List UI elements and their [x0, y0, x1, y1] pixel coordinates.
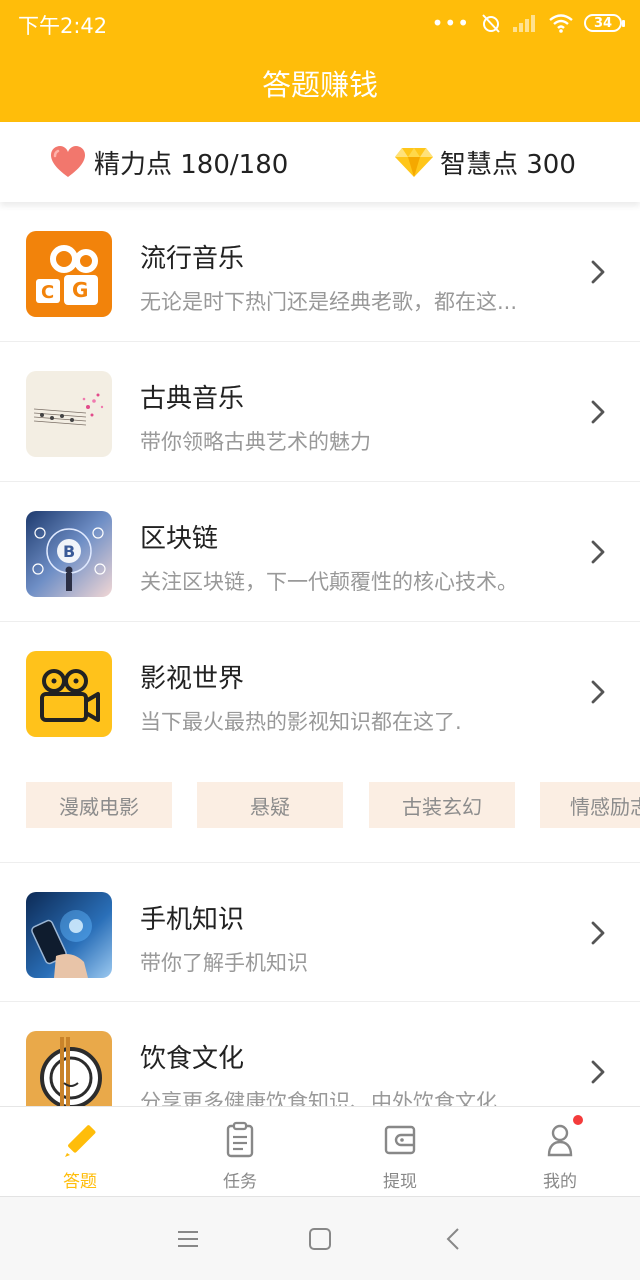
signal-icon: [513, 15, 535, 32]
category-film-world[interactable]: 影视世界 当下最火最热的影视知识都在这了.: [0, 622, 640, 762]
tab-label: 提现: [383, 1172, 417, 1192]
category-pop-music[interactable]: C G 流行音乐 无论是时下热门还是经典老歌，都在这...: [0, 202, 640, 342]
category-desc: 带你了解手机知识: [140, 951, 308, 975]
system-nav-bar: [0, 1196, 640, 1280]
tab-tasks[interactable]: 任务: [160, 1107, 320, 1197]
alarm-off-icon: [482, 14, 500, 33]
tab-label: 任务: [223, 1172, 257, 1192]
diamond-icon: [394, 142, 434, 182]
clipboard-icon: [226, 1121, 254, 1158]
category-name: 饮食文化: [140, 1044, 245, 1074]
tab-label: 答题: [63, 1172, 97, 1192]
bottom-tab-bar: 答题 任务 提现 我的: [0, 1106, 640, 1196]
tab-withdraw[interactable]: 提现: [320, 1107, 480, 1197]
more-notifications-icon: •••: [431, 11, 470, 35]
svg-text:G: G: [72, 278, 88, 302]
film-tags: 漫威电影 悬疑 古装玄幻 情感励志: [0, 762, 640, 862]
app-screen: 下午2:42 ••• 34 答题赚钱 精力点 180/180 智慧点 300 C…: [0, 0, 640, 1280]
energy-points: 精力点 180/180: [48, 122, 288, 202]
phone-knowledge-thumbnail: [26, 892, 112, 978]
tag-chip[interactable]: 情感励志: [540, 782, 640, 828]
notification-dot: [573, 1115, 583, 1125]
category-desc: 带你领略古典艺术的魅力: [140, 430, 371, 454]
menu-icon[interactable]: [172, 1223, 204, 1255]
category-name: 手机知识: [140, 905, 245, 935]
chevron-right-icon: [591, 260, 605, 284]
category-desc: 无论是时下热门还是经典老歌，都在这...: [140, 290, 518, 314]
person-icon: [547, 1124, 573, 1157]
page-title: 答题赚钱: [261, 68, 378, 102]
tab-label: 我的: [543, 1172, 577, 1192]
category-phone-knowledge[interactable]: 手机知识 带你了解手机知识: [0, 862, 640, 1002]
energy-label: 精力点 180/180: [94, 149, 289, 180]
status-bar: 下午2:42 ••• 34: [0, 0, 640, 46]
svg-text:B: B: [63, 542, 75, 561]
points-bar: 精力点 180/180 智慧点 300: [0, 122, 640, 202]
home-icon[interactable]: [304, 1223, 336, 1255]
category-blockchain[interactable]: B 区块链 关注区块链，下一代颠覆性的核心技术。: [0, 482, 640, 622]
chevron-right-icon: [591, 400, 605, 424]
battery-icon: 34: [584, 14, 625, 32]
wisdom-label: 智慧点 300: [440, 149, 576, 180]
status-icons: ••• 34: [431, 10, 625, 36]
status-time: 下午2:42: [18, 14, 108, 38]
heart-icon: [48, 142, 88, 182]
chevron-right-icon: [591, 921, 605, 945]
wifi-icon: [549, 14, 573, 33]
wisdom-points: 智慧点 300: [394, 122, 576, 202]
category-list: C G 流行音乐 无论是时下热门还是经典老歌，都在这... 古典音乐 带你领略古…: [0, 202, 640, 1142]
chevron-right-icon: [591, 540, 605, 564]
chevron-right-icon: [591, 1060, 605, 1084]
food-culture-thumbnail: [26, 1031, 112, 1117]
category-classical-music[interactable]: 古典音乐 带你领略古典艺术的魅力: [0, 342, 640, 482]
blockchain-thumbnail: B: [26, 511, 112, 597]
category-desc: 关注区块链，下一代颠覆性的核心技术。: [140, 570, 518, 594]
person-icon-wrap: [541, 1115, 583, 1159]
category-name: 影视世界: [140, 664, 245, 694]
tab-mine[interactable]: 我的: [480, 1107, 640, 1197]
pop-music-thumbnail: C G: [26, 231, 112, 317]
tag-chip[interactable]: 漫威电影: [26, 782, 172, 828]
pencil-icon: [65, 1125, 96, 1157]
classical-music-thumbnail: [26, 371, 112, 457]
tab-answer[interactable]: 答题: [0, 1107, 160, 1197]
tag-chip[interactable]: 古装玄幻: [369, 782, 515, 828]
tag-chip[interactable]: 悬疑: [197, 782, 343, 828]
category-name: 流行音乐: [140, 244, 245, 274]
back-icon[interactable]: [438, 1223, 470, 1255]
category-desc: 当下最火最热的影视知识都在这了.: [140, 710, 462, 734]
svg-text:C: C: [41, 282, 54, 303]
film-camera-thumbnail: [26, 651, 112, 737]
category-name: 区块链: [140, 524, 219, 554]
chevron-right-icon: [591, 680, 605, 704]
header-bar: 下午2:42 ••• 34 答题赚钱: [0, 0, 640, 122]
category-name: 古典音乐: [140, 384, 245, 414]
wallet-icon: [384, 1125, 416, 1155]
